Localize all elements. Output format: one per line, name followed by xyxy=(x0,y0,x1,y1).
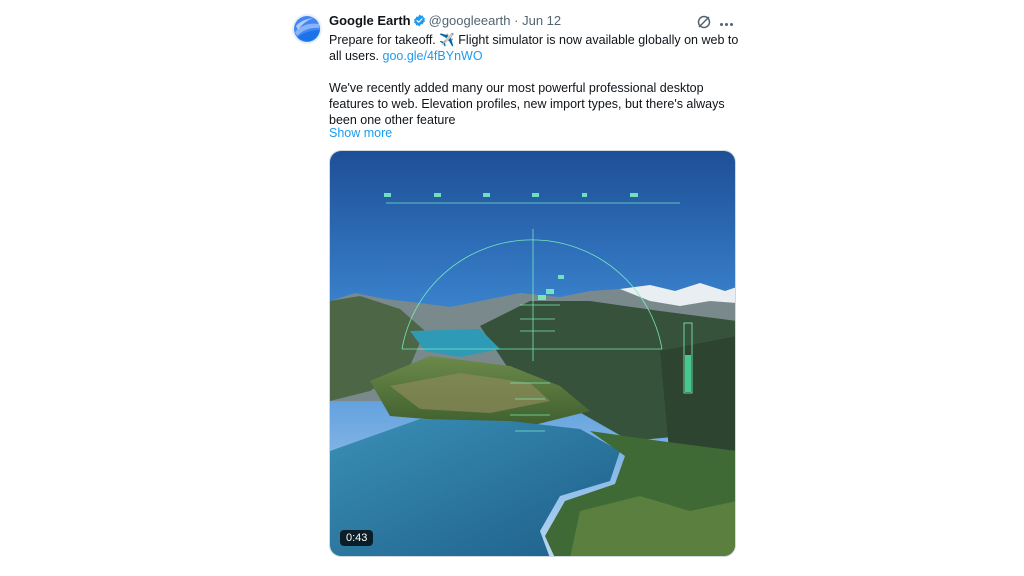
more-options-icon[interactable] xyxy=(720,13,738,29)
avatar[interactable] xyxy=(292,14,322,44)
author-handle[interactable]: @googleearth xyxy=(429,13,511,28)
author-name[interactable]: Google Earth xyxy=(329,13,411,28)
header-separator: · xyxy=(514,13,519,28)
tweet-header: Google Earth @googleearth · Jun 12 xyxy=(329,13,739,33)
video-thumbnail xyxy=(330,151,735,556)
video-duration-badge: 0:43 xyxy=(340,530,374,546)
tweet-link[interactable]: goo.gle/4fBYnWO xyxy=(383,49,483,63)
tweet-card[interactable]: Google Earth @googleearth · Jun 12 Prepar… xyxy=(290,10,740,570)
tweet-text-line: features to web. Elevation profiles, new… xyxy=(329,97,725,111)
tweet-text-line: all users. goo.gle/4fBYnWO xyxy=(329,48,739,64)
google-earth-logo-icon xyxy=(292,14,322,44)
tweet-text: Prepare for takeoff. ✈️ Flight simulator… xyxy=(329,32,739,128)
tweet-text-fragment: all users. xyxy=(329,49,383,63)
show-more-link[interactable]: Show more xyxy=(329,126,392,140)
tweet-text-line: We've recently added many our most power… xyxy=(329,81,704,95)
tweet-text-line: Prepare for takeoff. ✈️ Flight simulator… xyxy=(329,33,739,47)
verified-badge-icon xyxy=(413,14,426,30)
tweet-date[interactable]: Jun 12 xyxy=(522,13,561,28)
video-player[interactable]: 0:43 xyxy=(329,150,736,557)
